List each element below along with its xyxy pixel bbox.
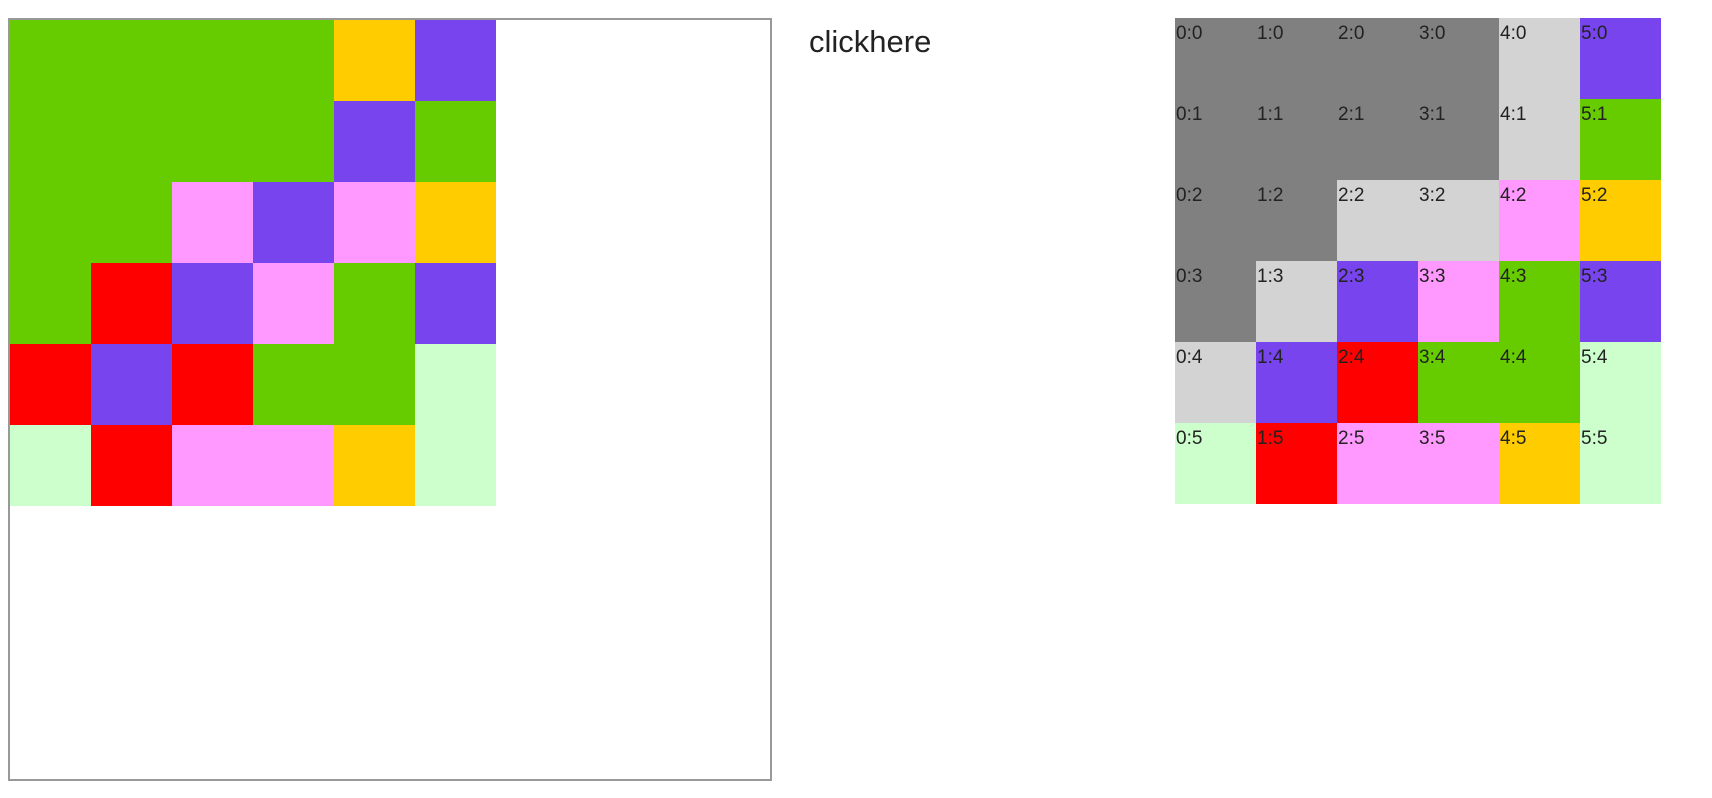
canvas-cell-0-5[interactable] xyxy=(10,425,91,506)
grid-cell-5-0[interactable]: 5:0 xyxy=(1580,18,1661,99)
canvas-cell-4-0[interactable] xyxy=(334,20,415,101)
grid-cell-2-3[interactable]: 2:3 xyxy=(1337,261,1418,342)
grid-cell-1-1[interactable]: 1:1 xyxy=(1256,99,1337,180)
canvas-cell-2-0[interactable] xyxy=(172,20,253,101)
grid-cell-1-3[interactable]: 1:3 xyxy=(1256,261,1337,342)
canvas-cell-3-2[interactable] xyxy=(253,182,334,263)
grid-cell-1-0[interactable]: 1:0 xyxy=(1256,18,1337,99)
canvas-cell-2-2[interactable] xyxy=(172,182,253,263)
grid-cell-2-1[interactable]: 2:1 xyxy=(1337,99,1418,180)
grid-cell-0-1[interactable]: 0:1 xyxy=(1175,99,1256,180)
grid-cell-4-2[interactable]: 4:2 xyxy=(1499,180,1580,261)
click-here-link[interactable]: clickhere xyxy=(809,24,931,60)
canvas-cell-5-0[interactable] xyxy=(415,20,496,101)
grid-cell-4-4[interactable]: 4:4 xyxy=(1499,342,1580,423)
canvas-cell-4-3[interactable] xyxy=(334,263,415,344)
canvas-cell-3-1[interactable] xyxy=(253,101,334,182)
grid-cell-3-3[interactable]: 3:3 xyxy=(1418,261,1499,342)
canvas-cell-2-4[interactable] xyxy=(172,344,253,425)
grid-cell-5-5[interactable]: 5:5 xyxy=(1580,423,1661,504)
canvas-cell-0-4[interactable] xyxy=(10,344,91,425)
canvas-cell-1-1[interactable] xyxy=(91,101,172,182)
canvas-cell-4-5[interactable] xyxy=(334,425,415,506)
grid-cell-4-5[interactable]: 4:5 xyxy=(1499,423,1580,504)
grid-cell-4-0[interactable]: 4:0 xyxy=(1499,18,1580,99)
canvas-cell-4-1[interactable] xyxy=(334,101,415,182)
canvas-cell-5-3[interactable] xyxy=(415,263,496,344)
canvas-cell-3-4[interactable] xyxy=(253,344,334,425)
grid-cell-0-0[interactable]: 0:0 xyxy=(1175,18,1256,99)
grid-cell-5-3[interactable]: 5:3 xyxy=(1580,261,1661,342)
grid-cell-4-3[interactable]: 4:3 xyxy=(1499,261,1580,342)
canvas-cell-0-2[interactable] xyxy=(10,182,91,263)
grid-cell-5-4[interactable]: 5:4 xyxy=(1580,342,1661,423)
canvas-cell-0-0[interactable] xyxy=(10,20,91,101)
canvas-cell-1-3[interactable] xyxy=(91,263,172,344)
canvas-cell-1-2[interactable] xyxy=(91,182,172,263)
canvas-cell-2-5[interactable] xyxy=(172,425,253,506)
color-canvas[interactable] xyxy=(8,18,772,781)
grid-cell-0-5[interactable]: 0:5 xyxy=(1175,423,1256,504)
canvas-cell-3-5[interactable] xyxy=(253,425,334,506)
canvas-cell-1-5[interactable] xyxy=(91,425,172,506)
grid-cell-1-5[interactable]: 1:5 xyxy=(1256,423,1337,504)
grid-cell-3-1[interactable]: 3:1 xyxy=(1418,99,1499,180)
grid-cell-2-5[interactable]: 2:5 xyxy=(1337,423,1418,504)
canvas-cell-1-0[interactable] xyxy=(91,20,172,101)
grid-cell-3-2[interactable]: 3:2 xyxy=(1418,180,1499,261)
canvas-cell-5-4[interactable] xyxy=(415,344,496,425)
grid-cell-5-1[interactable]: 5:1 xyxy=(1580,99,1661,180)
grid-cell-2-4[interactable]: 2:4 xyxy=(1337,342,1418,423)
canvas-cell-1-4[interactable] xyxy=(91,344,172,425)
canvas-grid xyxy=(10,20,496,506)
grid-cell-2-0[interactable]: 2:0 xyxy=(1337,18,1418,99)
canvas-cell-2-3[interactable] xyxy=(172,263,253,344)
grid-cell-4-1[interactable]: 4:1 xyxy=(1499,99,1580,180)
canvas-cell-3-0[interactable] xyxy=(253,20,334,101)
canvas-cell-2-1[interactable] xyxy=(172,101,253,182)
canvas-cell-5-2[interactable] xyxy=(415,182,496,263)
grid-cell-1-4[interactable]: 1:4 xyxy=(1256,342,1337,423)
grid-cell-0-3[interactable]: 0:3 xyxy=(1175,261,1256,342)
grid-cell-0-2[interactable]: 0:2 xyxy=(1175,180,1256,261)
canvas-cell-0-3[interactable] xyxy=(10,263,91,344)
canvas-cell-5-5[interactable] xyxy=(415,425,496,506)
coordinate-label-grid: 0:0 1:0 2:0 3:0 4:0 5:0 0:1 1:1 2:1 3:1 4:1 5:1 0:2 1… xyxy=(1175,18,1661,504)
grid-cell-2-2[interactable]: 2:2 xyxy=(1337,180,1418,261)
grid-cell-1-2[interactable]: 1:2 xyxy=(1256,180,1337,261)
canvas-cell-4-4[interactable] xyxy=(334,344,415,425)
grid-cell-3-5[interactable]: 3:5 xyxy=(1418,423,1499,504)
canvas-cell-5-1[interactable] xyxy=(415,101,496,182)
canvas-cell-3-3[interactable] xyxy=(253,263,334,344)
grid-cell-3-0[interactable]: 3:0 xyxy=(1418,18,1499,99)
canvas-cell-4-2[interactable] xyxy=(334,182,415,263)
grid-cell-0-4[interactable]: 0:4 xyxy=(1175,342,1256,423)
grid-cell-5-2[interactable]: 5:2 xyxy=(1580,180,1661,261)
canvas-cell-0-1[interactable] xyxy=(10,101,91,182)
grid-cell-3-4[interactable]: 3:4 xyxy=(1418,342,1499,423)
